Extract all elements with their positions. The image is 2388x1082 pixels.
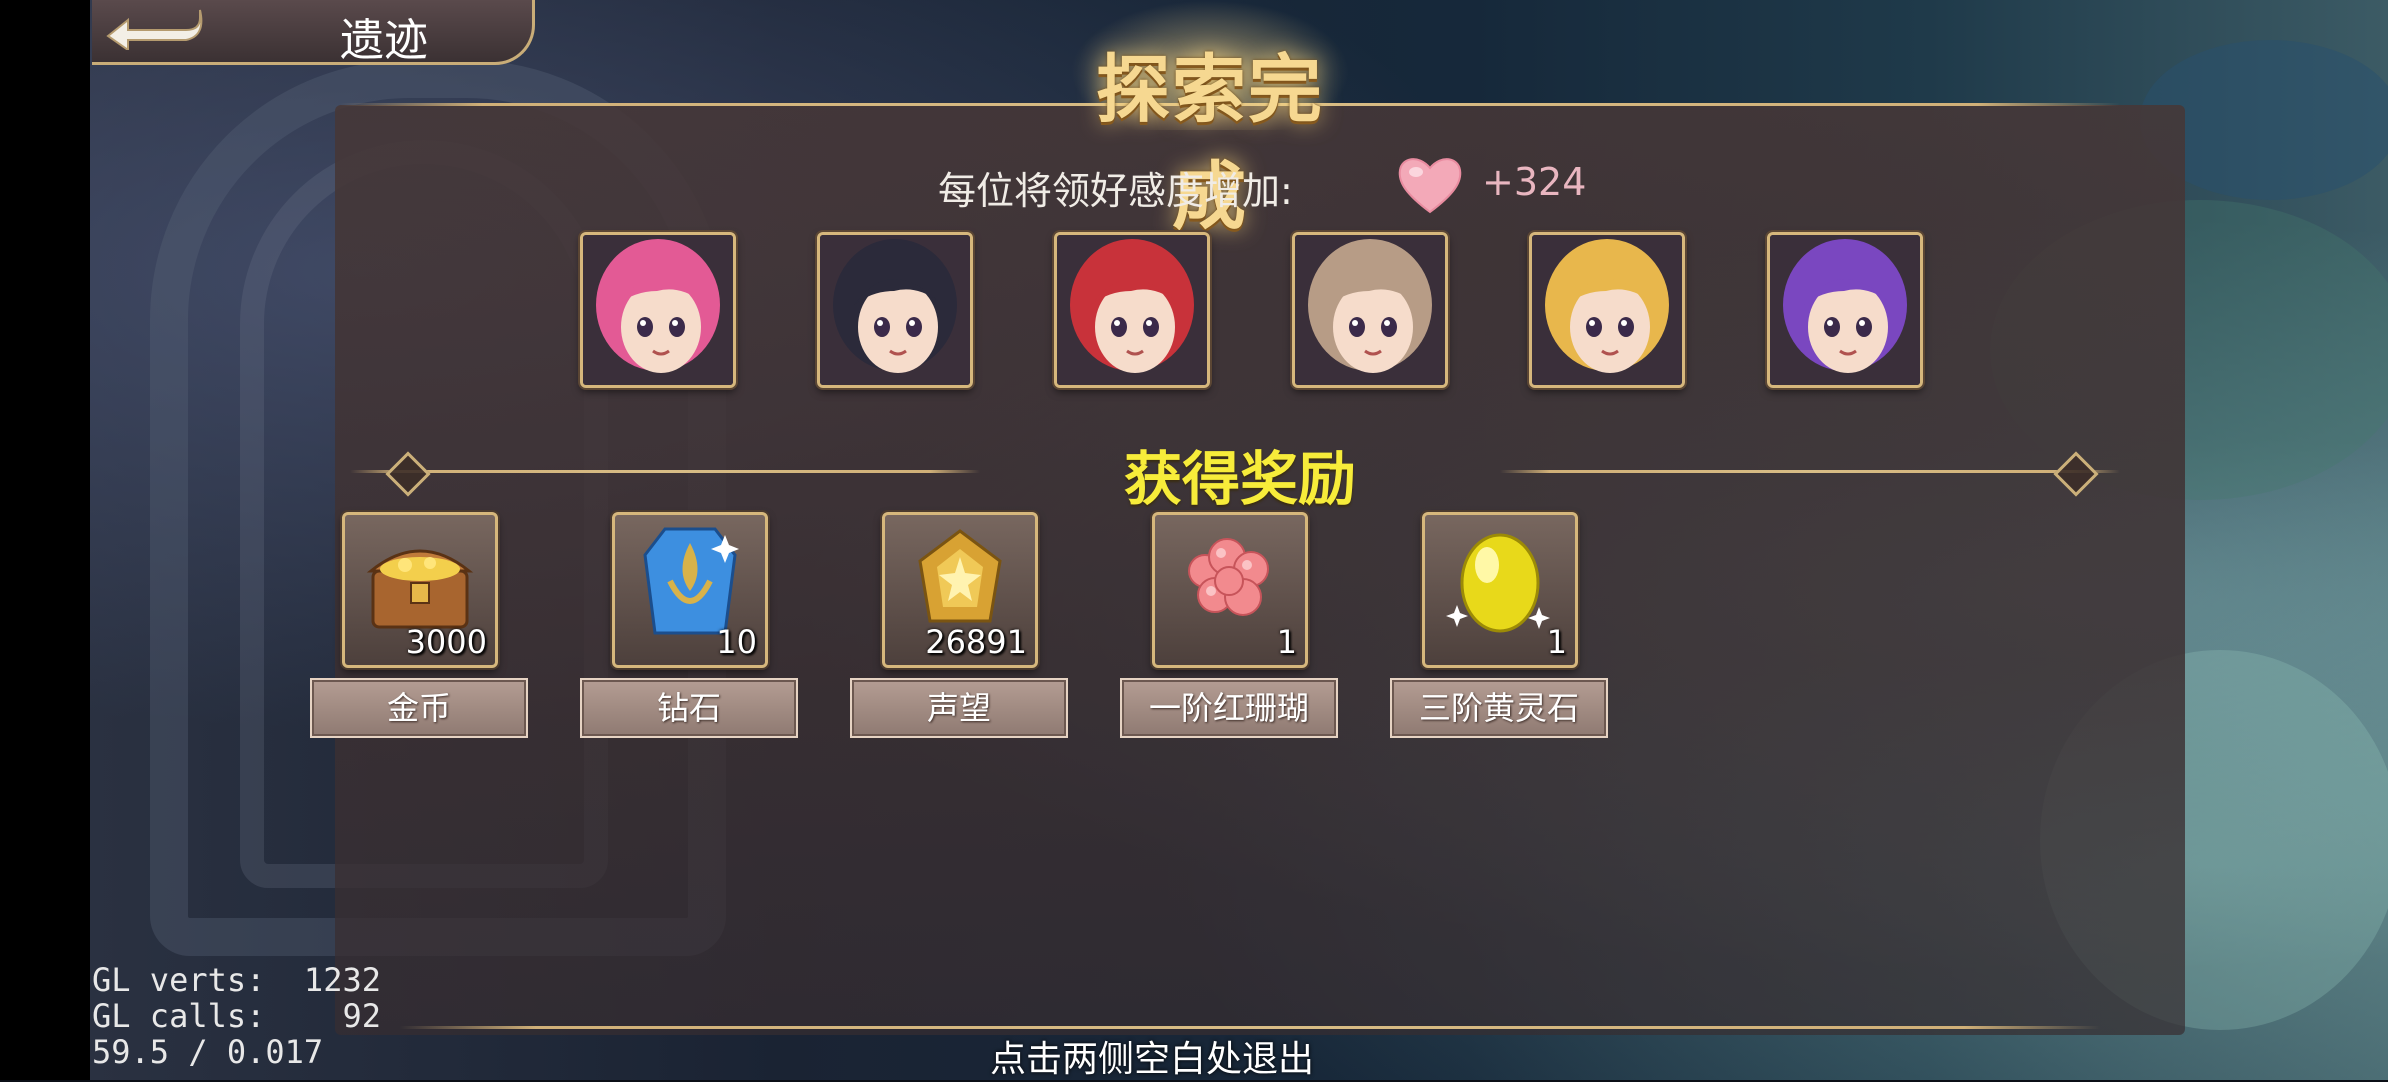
reward-label: 声望	[850, 678, 1068, 738]
reward-quantity: 10	[716, 623, 757, 661]
location-title: 遗迹	[340, 15, 428, 66]
reward-slot-yellow-spirit-stone[interactable]: 1	[1422, 512, 1578, 668]
reward-slot-red-coral[interactable]: 1	[1152, 512, 1308, 668]
bottom-divider	[400, 1026, 2100, 1029]
portrait-art	[820, 235, 970, 385]
red-coral-icon	[1188, 538, 1269, 616]
portrait-art	[1532, 235, 1682, 385]
reward-quantity: 1	[1276, 623, 1297, 661]
reward-label: 三阶黄灵石	[1390, 678, 1608, 738]
reward-label: 钻石	[580, 678, 798, 738]
reward-quantity: 26891	[925, 623, 1027, 661]
general-portrait-red-hair-headset[interactable]	[1054, 232, 1210, 388]
reward-label: 一阶红珊瑚	[1120, 678, 1338, 738]
reward-slot-prestige[interactable]: 26891	[882, 512, 1038, 668]
reward-slot-diamond[interactable]: 10	[612, 512, 768, 668]
reward-quantity: 3000	[405, 623, 487, 661]
debug-overlay: GL verts: 1232 GL calls: 92 59.5 / 0.017	[92, 962, 381, 1070]
debug-line: GL calls: 92	[92, 997, 381, 1035]
portrait-art	[1057, 235, 1207, 385]
rewards-divider-left	[350, 470, 980, 473]
portrait-art	[1770, 235, 1920, 385]
heart-icon	[1398, 158, 1462, 214]
left-black-bar	[0, 0, 90, 1080]
exit-hint: 点击两侧空白处退出	[990, 1039, 1315, 1080]
affection-label: 每位将领好感度增加:	[938, 169, 1293, 213]
general-portrait-purple-hair-flower[interactable]	[1767, 232, 1923, 388]
portrait-art	[1295, 235, 1445, 385]
portrait-art	[583, 235, 733, 385]
affection-value: +324	[1482, 160, 1587, 204]
debug-line: 59.5 / 0.017	[92, 1033, 324, 1071]
general-portrait-brown-hair-mask[interactable]	[1292, 232, 1448, 388]
general-portrait-dark-hair-cap[interactable]	[817, 232, 973, 388]
back-arrow-icon[interactable]	[100, 6, 210, 50]
reward-slot-gold[interactable]: 3000	[342, 512, 498, 668]
general-portrait-pink-hair-maid[interactable]	[580, 232, 736, 388]
rewards-divider-right	[1500, 470, 2120, 473]
general-portrait-blonde-hair[interactable]	[1529, 232, 1685, 388]
debug-line: GL verts: 1232	[92, 961, 381, 999]
rewards-title: 获得奖励	[1123, 445, 1356, 513]
yellow-spirit-stone-icon	[1446, 533, 1550, 633]
reward-quantity: 1	[1546, 623, 1567, 661]
reward-label: 金币	[310, 678, 528, 738]
